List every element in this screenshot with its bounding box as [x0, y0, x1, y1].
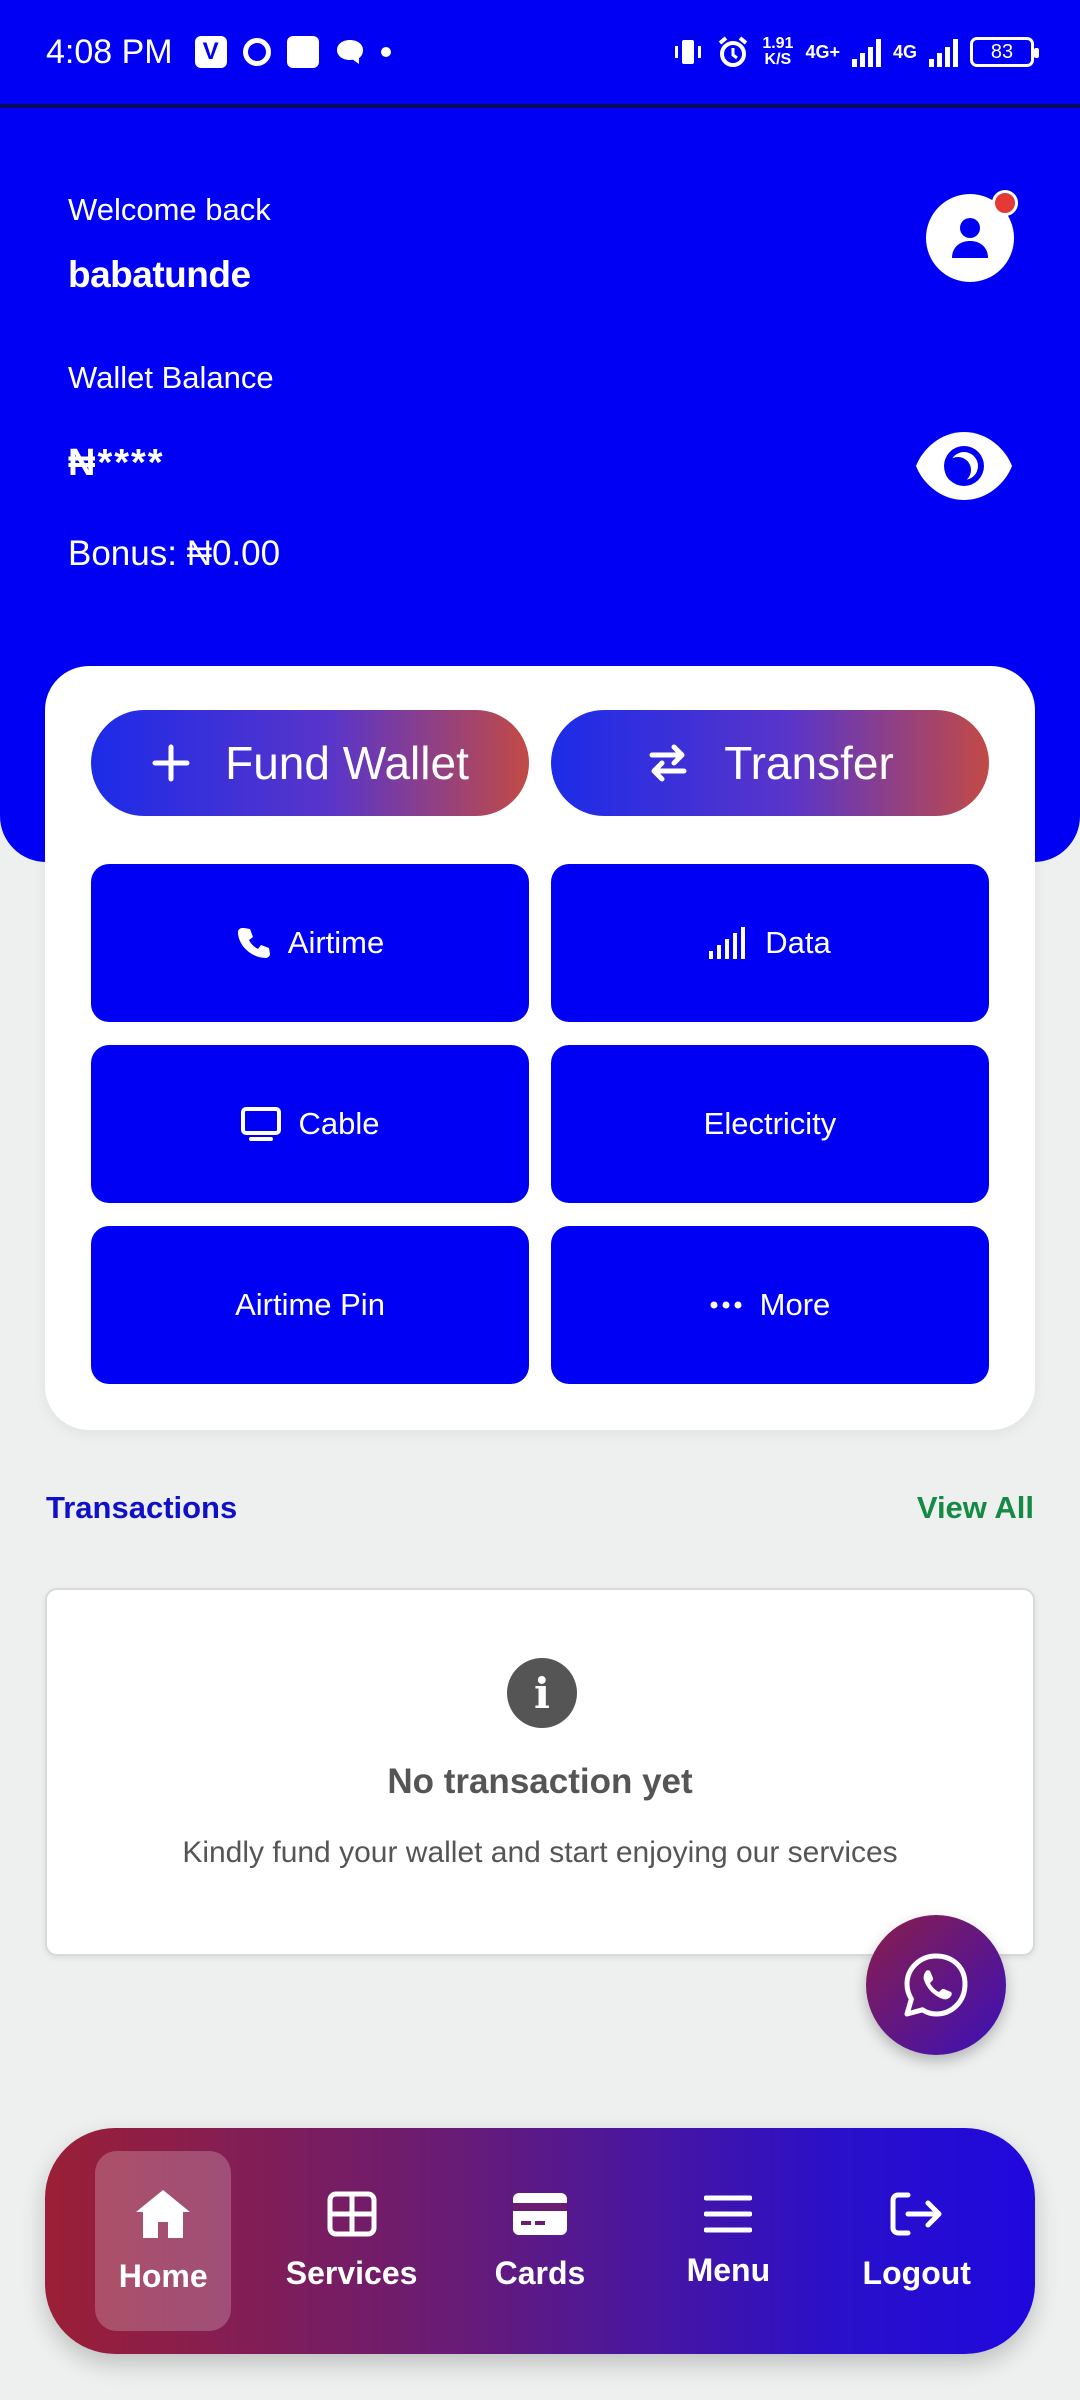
transactions-heading: Transactions	[46, 1490, 238, 1525]
whatsapp-button[interactable]	[866, 1915, 1006, 2055]
app-v-icon: V	[194, 36, 227, 68]
more-notifications-dot	[380, 47, 391, 57]
nav-menu[interactable]: Menu	[660, 2151, 796, 2331]
plus-icon	[152, 744, 190, 782]
airtime-pin-label: Airtime Pin	[235, 1287, 385, 1322]
bonus-balance: Bonus: ₦0.00	[68, 534, 281, 573]
nav-logout-label: Logout	[862, 2254, 971, 2291]
quick-actions-card: Fund Wallet Transfer Airtime Data Cable …	[45, 666, 1035, 1430]
signal-icon	[709, 927, 746, 959]
user-icon	[952, 218, 988, 258]
airtime-button[interactable]: Airtime	[91, 864, 529, 1022]
vibrate-icon	[675, 40, 702, 64]
electricity-label: Electricity	[703, 1106, 837, 1141]
username: babatunde	[68, 254, 251, 295]
notification-dot	[992, 190, 1018, 216]
chat-bubble-icon	[336, 40, 363, 64]
speed-value: 1.91	[762, 35, 794, 52]
network-label-1: 4G+	[805, 41, 840, 62]
profile-avatar-button[interactable]	[926, 190, 1018, 282]
nav-services[interactable]: Services	[284, 2151, 420, 2331]
empty-transactions-card: i No transaction yet Kindly fund your wa…	[45, 1588, 1035, 1956]
bottom-navigation: Home Services Cards Menu Logout	[45, 2128, 1035, 2354]
phone-icon	[237, 928, 270, 958]
airtime-label: Airtime	[287, 925, 385, 960]
alarm-icon	[719, 36, 748, 67]
data-label: Data	[765, 925, 831, 960]
network-speed: 1.91 K/S	[762, 36, 793, 68]
eye-icon[interactable]	[914, 426, 1014, 506]
transfer-arrows-icon	[649, 744, 687, 782]
chrome-icon	[242, 38, 271, 66]
nav-logout[interactable]: Logout	[849, 2151, 985, 2331]
info-icon: i	[507, 1658, 577, 1728]
monitor-icon	[240, 1107, 281, 1141]
home-icon	[136, 2189, 191, 2238]
status-notification-icons: V	[194, 36, 391, 68]
logout-icon	[890, 2192, 942, 2235]
signal-icon-2	[929, 37, 958, 67]
nav-cards[interactable]: Cards	[472, 2151, 608, 2331]
transfer-label: Transfer	[724, 737, 894, 789]
speed-unit: K/S	[764, 51, 792, 68]
dots-icon	[710, 1301, 742, 1309]
wallet-balance-label: Wallet Balance	[68, 360, 274, 395]
more-button[interactable]: More	[551, 1226, 989, 1384]
cable-button[interactable]: Cable	[91, 1045, 529, 1203]
cable-label: Cable	[298, 1106, 380, 1141]
credit-card-icon	[512, 2192, 567, 2235]
nav-menu-label: Menu	[686, 2251, 771, 2288]
airtime-pin-button[interactable]: Airtime Pin	[91, 1226, 529, 1384]
view-all-link[interactable]: View All	[917, 1490, 1034, 1526]
status-system-icons: 1.91 K/S 4G+ 4G 83	[672, 35, 1039, 69]
fund-wallet-label: Fund Wallet	[225, 737, 469, 789]
nav-home-label: Home	[118, 2257, 208, 2294]
whatsapp-icon	[904, 1953, 968, 2017]
nav-home[interactable]: Home	[95, 2151, 232, 2331]
empty-state-title: No transaction yet	[387, 1762, 693, 1801]
wallet-balance-value: ₦****	[68, 442, 165, 484]
battery-level: 83	[990, 40, 1014, 63]
empty-state-subtitle: Kindly fund your wallet and start enjoyi…	[182, 1836, 898, 1869]
fund-wallet-button[interactable]: Fund Wallet	[91, 710, 529, 816]
menu-icon	[704, 2195, 753, 2232]
electricity-button[interactable]: Electricity	[551, 1045, 989, 1203]
status-bar: 4:08 PM V 1.91 K/S 4G+ 4G 83	[0, 0, 1080, 108]
more-label: More	[759, 1287, 831, 1322]
nav-cards-label: Cards	[494, 2254, 586, 2291]
signal-icon-1	[851, 37, 881, 67]
nav-services-label: Services	[285, 2254, 418, 2291]
battery-icon: 83	[970, 37, 1039, 67]
transfer-button[interactable]: Transfer	[551, 710, 989, 816]
status-time: 4:08 PM	[46, 32, 173, 71]
welcome-text: Welcome back	[68, 192, 271, 227]
app-square-icon	[286, 36, 319, 68]
network-label-2: 4G	[892, 41, 917, 62]
data-button[interactable]: Data	[551, 864, 989, 1022]
grid-icon	[327, 2191, 377, 2236]
